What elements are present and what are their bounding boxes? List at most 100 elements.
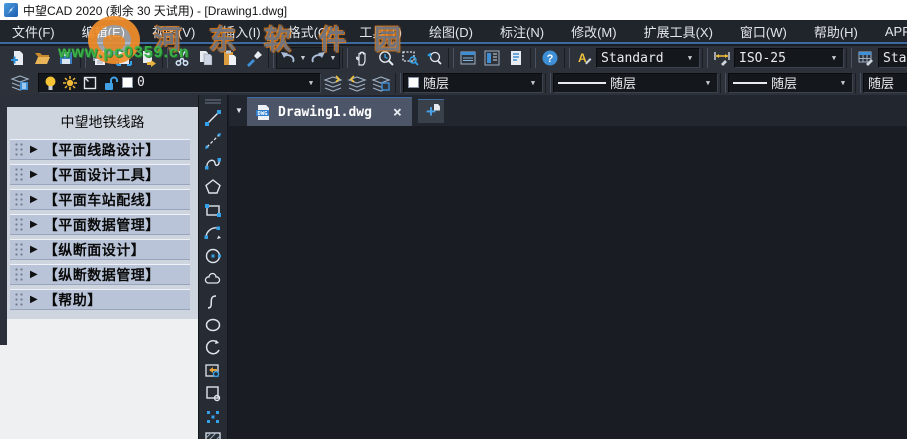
zoom-previous-icon[interactable] xyxy=(422,47,446,69)
layer-unlock-icon[interactable] xyxy=(102,75,118,91)
chevron-down-icon: ▼ xyxy=(840,78,846,87)
layer-on-bulb-icon[interactable] xyxy=(43,75,58,91)
polygon-icon[interactable] xyxy=(201,177,225,197)
make-block-icon[interactable] xyxy=(201,384,225,404)
menu-modify[interactable]: 修改(M) xyxy=(571,22,617,41)
menu-tools[interactable]: 工具(T) xyxy=(359,22,402,41)
lineweight-select[interactable]: 随层 ▼ xyxy=(728,72,853,93)
undo-dropdown-icon[interactable]: ▼ xyxy=(298,55,308,62)
layer-plot-icon[interactable] xyxy=(82,75,98,91)
menu-file[interactable]: 文件(F) xyxy=(12,22,55,41)
text-style-select[interactable]: Standard ▼ xyxy=(596,48,700,68)
design-center-icon[interactable] xyxy=(480,47,504,69)
hatch-icon[interactable] xyxy=(201,430,225,439)
palette-item-profile-design[interactable]: ▶ 【纵断面设计】 xyxy=(10,239,190,260)
expand-arrow-icon[interactable]: ▶ xyxy=(30,219,38,230)
layer-manager-dialog-icon[interactable] xyxy=(456,47,480,69)
save-icon[interactable] xyxy=(54,47,78,69)
polyline-icon[interactable] xyxy=(201,154,225,174)
plot-style-select[interactable]: 随层 xyxy=(863,72,907,93)
line-icon[interactable] xyxy=(201,108,225,128)
zoom-window-icon[interactable] xyxy=(398,47,422,69)
plot-style-value: 随层 xyxy=(868,77,895,92)
palette-title: 中望地铁线路 xyxy=(60,114,145,130)
layer-thaw-sun-icon[interactable] xyxy=(62,75,78,91)
menu-insert[interactable]: 插入(I) xyxy=(222,22,260,41)
menu-format[interactable]: 格式(O) xyxy=(288,22,333,41)
insert-block-icon[interactable] xyxy=(201,361,225,381)
open-icon[interactable] xyxy=(30,47,54,69)
tab-overflow-icon[interactable]: ▼ xyxy=(231,100,247,122)
menu-dimension[interactable]: 标注(N) xyxy=(500,22,544,41)
spline-icon[interactable] xyxy=(201,292,225,312)
chevron-down-icon: ▼ xyxy=(705,78,711,87)
pan-icon[interactable] xyxy=(350,47,374,69)
redo-icon[interactable] xyxy=(308,47,328,69)
help-icon[interactable]: ? xyxy=(538,47,562,69)
make-object-layer-current-icon[interactable] xyxy=(321,72,345,94)
expand-arrow-icon[interactable]: ▶ xyxy=(30,194,38,205)
construction-line-icon[interactable] xyxy=(201,131,225,151)
dimension-style-icon[interactable] xyxy=(710,47,734,69)
toolbar-grip[interactable] xyxy=(205,99,221,104)
layer-color-swatch xyxy=(122,77,133,88)
arc-icon[interactable] xyxy=(201,223,225,243)
palette-left-grip[interactable] xyxy=(0,107,7,345)
grip-dots-icon xyxy=(14,167,24,182)
match-properties-icon[interactable] xyxy=(242,47,266,69)
expand-arrow-icon[interactable]: ▶ xyxy=(30,244,38,255)
grip-dots-icon xyxy=(14,142,24,157)
plot-preview-icon[interactable] xyxy=(112,47,136,69)
dimension-style-select[interactable]: ISO-25 ▼ xyxy=(734,48,844,68)
model-space-canvas[interactable] xyxy=(229,126,907,439)
linetype-select[interactable]: 随层 ▼ xyxy=(553,72,718,93)
expand-arrow-icon[interactable]: ▶ xyxy=(30,269,38,280)
menu-help[interactable]: 帮助(H) xyxy=(814,22,858,41)
properties-palette-icon[interactable] xyxy=(504,47,528,69)
menu-view[interactable]: 视图(V) xyxy=(152,22,195,41)
plot-icon[interactable] xyxy=(88,47,112,69)
table-style-select[interactable]: Standard ▼ xyxy=(878,48,907,68)
table-style-icon[interactable] xyxy=(854,47,878,69)
menu-express-tools[interactable]: 扩展工具(X) xyxy=(644,22,713,41)
redo-dropdown-icon[interactable]: ▼ xyxy=(328,55,338,62)
paste-icon[interactable] xyxy=(218,47,242,69)
cut-icon[interactable] xyxy=(170,47,194,69)
layer-previous-icon[interactable] xyxy=(345,72,369,94)
palette-item-plane-data-mgmt[interactable]: ▶ 【平面数据管理】 xyxy=(10,214,190,235)
zoom-realtime-icon[interactable] xyxy=(374,47,398,69)
menu-app-plus[interactable]: APP+ xyxy=(885,24,907,39)
text-style-icon[interactable]: A xyxy=(572,47,596,69)
copy-icon[interactable] xyxy=(194,47,218,69)
expand-arrow-icon[interactable]: ▶ xyxy=(30,169,38,180)
layer-properties-icon[interactable] xyxy=(6,72,34,94)
expand-arrow-icon[interactable]: ▶ xyxy=(30,144,38,155)
color-select[interactable]: 随层 ▼ xyxy=(403,72,543,93)
palette-item-plane-design-tools[interactable]: ▶ 【平面设计工具】 xyxy=(10,164,190,185)
ellipse-icon[interactable] xyxy=(201,315,225,335)
svg-text:?: ? xyxy=(547,53,554,65)
palette-top-grip[interactable] xyxy=(0,95,198,107)
menu-edit[interactable]: 编辑(E) xyxy=(82,22,125,41)
expand-arrow-icon[interactable]: ▶ xyxy=(30,294,38,305)
menu-window[interactable]: 窗口(W) xyxy=(740,22,787,41)
publish-icon[interactable] xyxy=(136,47,160,69)
rectangle-icon[interactable] xyxy=(201,200,225,220)
palette-item-help[interactable]: ▶ 【帮助】 xyxy=(10,289,190,310)
undo-icon[interactable] xyxy=(278,47,298,69)
palette-item-plane-line-design[interactable]: ▶ 【平面线路设计】 xyxy=(10,139,190,160)
ellipse-arc-icon[interactable] xyxy=(201,338,225,358)
tab-drawing1[interactable]: DWG Drawing1.dwg × xyxy=(247,97,412,126)
new-tab-button[interactable]: + xyxy=(417,98,444,123)
layer-states-icon[interactable] xyxy=(369,72,393,94)
circle-icon[interactable] xyxy=(201,246,225,266)
palette-items: ▶ 【平面线路设计】 ▶ 【平面设计工具】 ▶ 【平面车站配线】 ▶ 【平面数据… xyxy=(10,139,190,310)
layer-select[interactable]: 0 ▼ xyxy=(38,72,321,93)
tab-close-icon[interactable]: × xyxy=(393,104,402,120)
point-icon[interactable] xyxy=(201,407,225,427)
palette-item-plane-station-track[interactable]: ▶ 【平面车站配线】 xyxy=(10,189,190,210)
revision-cloud-icon[interactable] xyxy=(201,269,225,289)
new-icon[interactable] xyxy=(6,47,30,69)
menu-draw[interactable]: 绘图(D) xyxy=(429,22,473,41)
palette-item-profile-data-mgmt[interactable]: ▶ 【纵断数据管理】 xyxy=(10,264,190,285)
